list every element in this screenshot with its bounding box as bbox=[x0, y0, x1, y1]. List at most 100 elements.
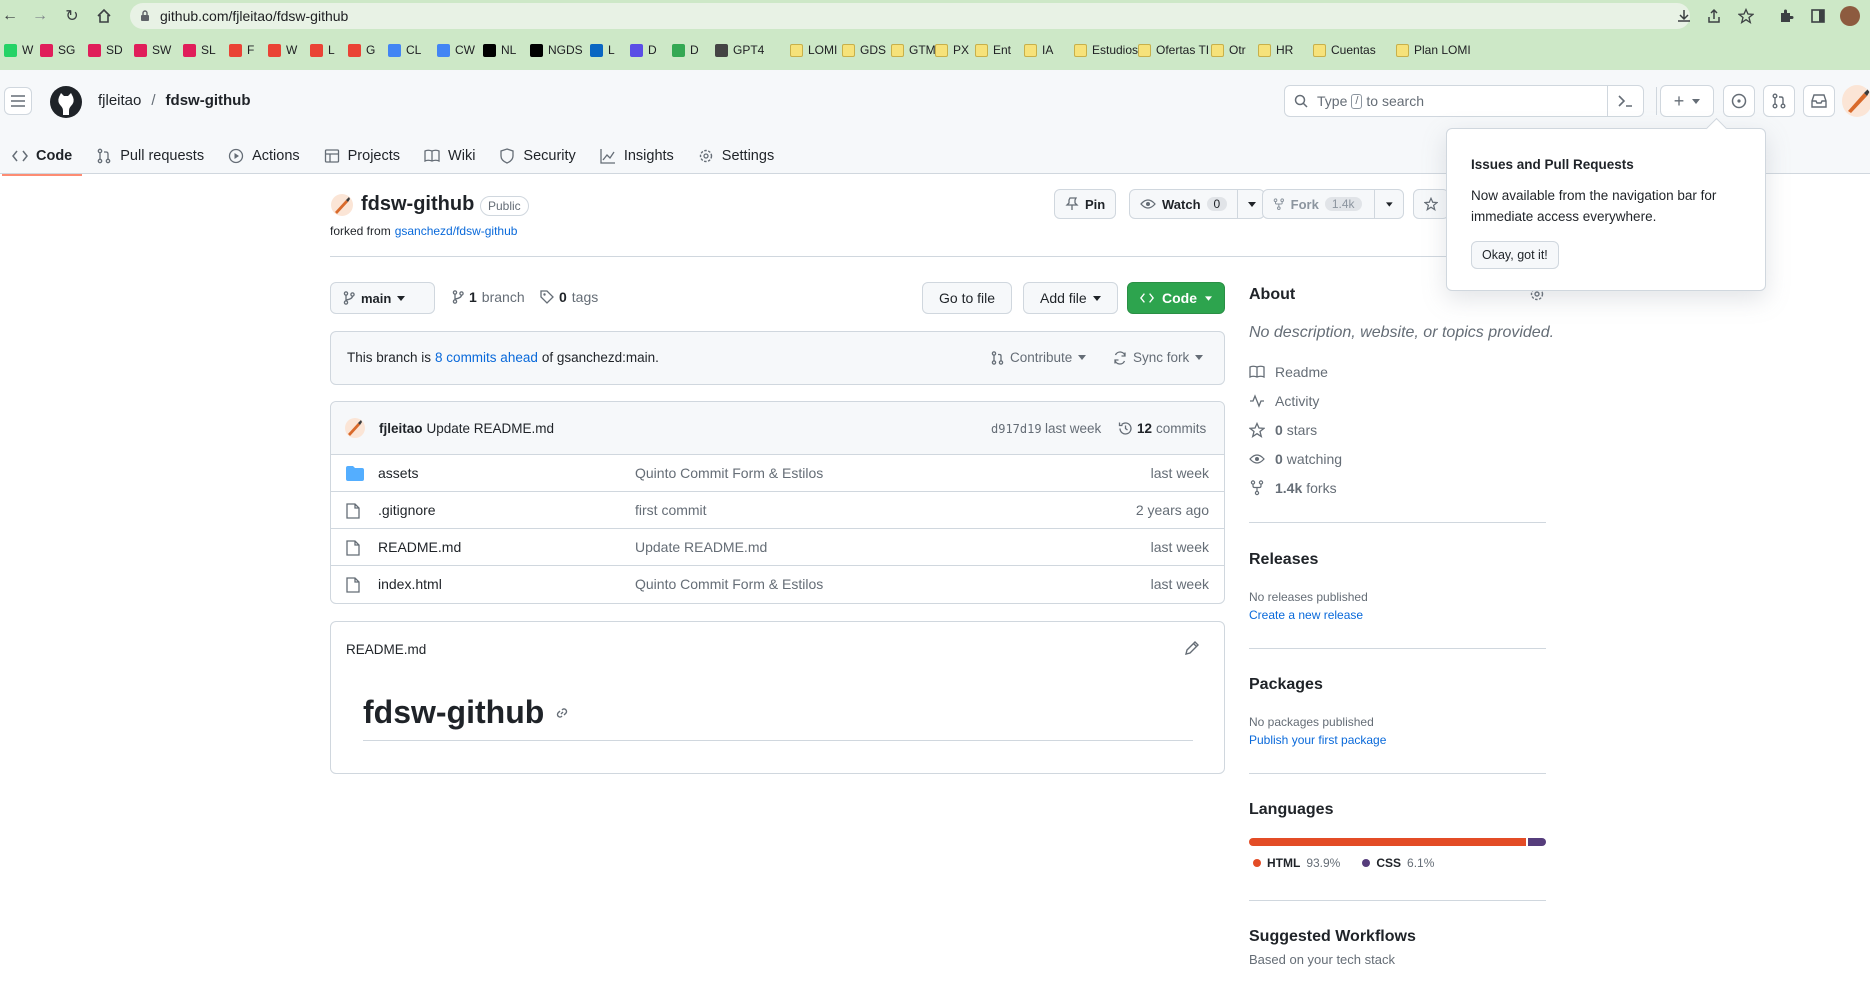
link-icon[interactable] bbox=[554, 705, 570, 721]
tab-pull-requests[interactable]: Pull requests bbox=[84, 137, 216, 175]
bookmark-item[interactable]: G bbox=[348, 43, 375, 57]
bookmark-item[interactable]: L bbox=[310, 43, 335, 57]
tab-settings[interactable]: Settings bbox=[686, 137, 786, 175]
bookmark-item[interactable]: SL bbox=[183, 43, 216, 57]
popover-dismiss-button[interactable]: Okay, got it! bbox=[1471, 241, 1559, 269]
packages-title[interactable]: Packages bbox=[1249, 676, 1323, 694]
github-logo-icon[interactable] bbox=[49, 85, 83, 119]
language-item-css[interactable]: CSS 6.1% bbox=[1362, 856, 1434, 870]
about-item-forks[interactable]: 1.4k forks bbox=[1249, 480, 1337, 496]
sidepanel-icon[interactable] bbox=[1810, 8, 1828, 24]
bookmark-item[interactable]: W bbox=[4, 43, 33, 57]
address-bar[interactable] bbox=[130, 3, 1690, 29]
bookmark-item[interactable]: NL bbox=[483, 43, 516, 57]
releases-title[interactable]: Releases bbox=[1249, 551, 1318, 569]
bookmark-item[interactable]: GTM bbox=[891, 43, 936, 57]
home-icon[interactable] bbox=[94, 6, 114, 26]
go-to-file-button[interactable]: Go to file bbox=[922, 282, 1013, 314]
file-row[interactable]: README.md Update README.md last week bbox=[330, 528, 1225, 565]
url-text[interactable]: github.com/fjleitao/fdsw-github bbox=[160, 8, 348, 24]
commit-author[interactable]: fjleitao bbox=[379, 421, 423, 436]
owner-link[interactable]: fjleitao bbox=[98, 92, 141, 109]
caret-down-icon[interactable] bbox=[1386, 201, 1393, 207]
bookmark-item[interactable]: W bbox=[268, 43, 297, 57]
bookmark-item[interactable]: IA bbox=[1024, 43, 1053, 57]
bookmark-item[interactable]: D bbox=[672, 43, 699, 57]
file-name[interactable]: assets bbox=[378, 465, 418, 481]
lock-icon[interactable] bbox=[140, 10, 150, 22]
bookmark-star-icon[interactable] bbox=[1738, 8, 1756, 24]
bookmark-item[interactable]: SD bbox=[88, 43, 123, 57]
bookmark-item[interactable]: Ofertas TI bbox=[1138, 43, 1209, 57]
commits-link[interactable]: 12 commits bbox=[1118, 421, 1206, 436]
bookmark-item[interactable]: Plan LOMI bbox=[1396, 43, 1471, 57]
tags-link[interactable]: 0 tags bbox=[540, 289, 598, 305]
file-row[interactable]: .gitignore first commit 2 years ago bbox=[330, 491, 1225, 528]
branch-select[interactable]: main bbox=[330, 282, 435, 314]
code-button[interactable]: Code bbox=[1127, 282, 1225, 314]
tab-wiki[interactable]: Wiki bbox=[412, 137, 487, 175]
about-item-watching[interactable]: 0 watching bbox=[1249, 451, 1342, 467]
file-name[interactable]: .gitignore bbox=[378, 502, 436, 518]
caret-down-icon[interactable] bbox=[1248, 201, 1257, 207]
bookmark-item[interactable]: CL bbox=[388, 43, 421, 57]
tab-insights[interactable]: Insights bbox=[588, 137, 686, 175]
bookmark-item[interactable]: SW bbox=[134, 43, 171, 57]
pin-button[interactable]: Pin bbox=[1054, 189, 1117, 219]
bookmark-item[interactable]: GDS bbox=[842, 43, 886, 57]
bookmark-item[interactable]: Ent bbox=[975, 43, 1011, 57]
back-icon[interactable]: ← bbox=[0, 6, 20, 26]
create-release-link[interactable]: Create a new release bbox=[1249, 608, 1363, 622]
share-icon[interactable] bbox=[1706, 8, 1724, 24]
bookmark-item[interactable]: L bbox=[590, 43, 615, 57]
tab-security[interactable]: Security bbox=[487, 137, 587, 175]
commits-ahead-link[interactable]: 8 commits ahead bbox=[435, 350, 538, 365]
tab-code[interactable]: Code bbox=[0, 137, 84, 176]
commit-author-avatar[interactable] bbox=[345, 418, 365, 438]
bookmark-item[interactable]: D bbox=[630, 43, 657, 57]
bookmark-item[interactable]: NGDS bbox=[530, 43, 583, 57]
add-file-button[interactable]: Add file bbox=[1023, 282, 1118, 314]
bookmark-item[interactable]: F bbox=[229, 43, 254, 57]
create-new-button[interactable]: + bbox=[1660, 85, 1714, 117]
file-name[interactable]: README.md bbox=[378, 539, 461, 555]
pencil-icon[interactable] bbox=[1184, 640, 1200, 656]
owner-avatar[interactable] bbox=[331, 194, 353, 216]
command-palette-icon[interactable] bbox=[1617, 94, 1633, 108]
search-input[interactable]: Type / to search bbox=[1284, 85, 1644, 117]
bookmark-item[interactable]: PX bbox=[935, 43, 969, 57]
file-commit-message[interactable]: Update README.md bbox=[635, 539, 767, 555]
repo-link[interactable]: fdsw-github bbox=[166, 92, 251, 109]
bookmark-item[interactable]: Estudios bbox=[1074, 43, 1138, 57]
bookmark-item[interactable]: GPT4 bbox=[715, 43, 764, 57]
about-item-Activity[interactable]: Activity bbox=[1249, 393, 1319, 409]
watch-button[interactable]: Watch 0 bbox=[1129, 189, 1266, 219]
file-commit-message[interactable]: first commit bbox=[635, 502, 707, 518]
extensions-icon[interactable] bbox=[1778, 8, 1796, 24]
star-button[interactable] bbox=[1413, 189, 1449, 219]
menu-icon[interactable] bbox=[4, 87, 32, 115]
commit-message[interactable]: Update README.md bbox=[427, 421, 555, 436]
download-icon[interactable] bbox=[1676, 8, 1694, 24]
branches-link[interactable]: 1 branch bbox=[452, 289, 525, 305]
bookmark-item[interactable]: LOMI bbox=[790, 43, 837, 57]
bookmark-item[interactable]: SG bbox=[40, 43, 75, 57]
issues-icon[interactable] bbox=[1723, 85, 1755, 117]
forward-icon[interactable]: → bbox=[30, 6, 50, 26]
pull-requests-nav-icon[interactable] bbox=[1763, 85, 1795, 117]
user-avatar[interactable] bbox=[1842, 85, 1870, 117]
file-commit-message[interactable]: Quinto Commit Form & Estilos bbox=[635, 465, 823, 481]
about-item-stars[interactable]: 0 stars bbox=[1249, 422, 1317, 438]
file-row[interactable]: index.html Quinto Commit Form & Estilos la… bbox=[330, 565, 1225, 602]
commit-sha[interactable]: d917d19 bbox=[991, 422, 1042, 436]
language-item-html[interactable]: HTML 93.9% bbox=[1253, 856, 1340, 870]
reload-icon[interactable]: ↻ bbox=[62, 6, 82, 26]
file-row[interactable]: assets Quinto Commit Form & Estilos last w… bbox=[330, 454, 1225, 491]
about-item-Readme[interactable]: Readme bbox=[1249, 364, 1328, 380]
file-commit-message[interactable]: Quinto Commit Form & Estilos bbox=[635, 576, 823, 592]
bookmark-item[interactable]: HR bbox=[1258, 43, 1293, 57]
repo-title[interactable]: fdsw-github bbox=[361, 193, 474, 216]
sync-fork-button[interactable]: Sync fork bbox=[1113, 350, 1204, 365]
tab-actions[interactable]: Actions bbox=[216, 137, 312, 175]
file-name[interactable]: index.html bbox=[378, 576, 442, 592]
